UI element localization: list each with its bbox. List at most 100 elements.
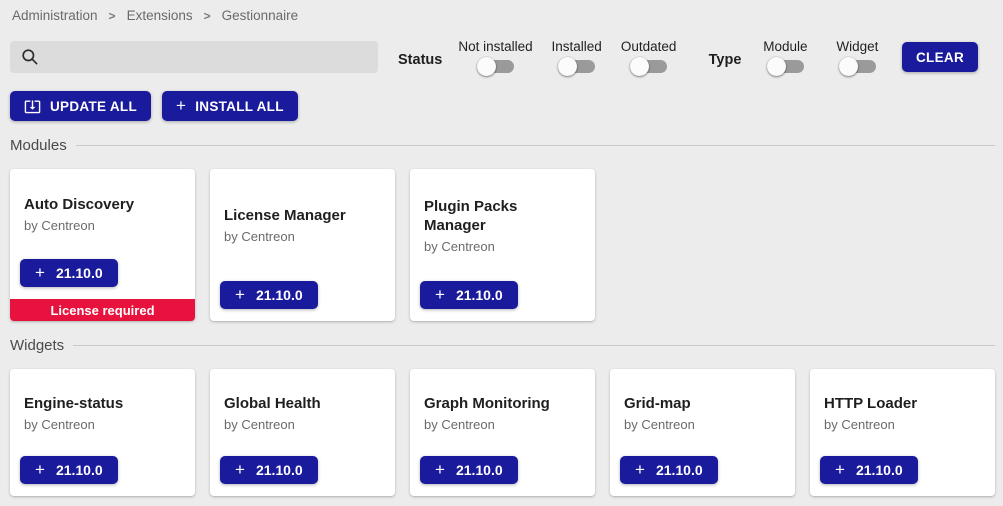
install-version-button[interactable]: + 21.10.0 — [20, 259, 118, 287]
extension-title: HTTP Loader — [824, 394, 981, 413]
breadcrumb: Administration > Extensions > Gestionnai… — [0, 0, 1003, 23]
modules-card-grid: Auto Discovery by Centreon + 21.10.0 Lic… — [10, 169, 1003, 321]
toggle-label: Widget — [836, 39, 878, 54]
install-version-button[interactable]: + 21.10.0 — [420, 281, 518, 309]
toggle-label: Module — [763, 39, 807, 54]
download-tray-icon — [24, 98, 41, 115]
search-box[interactable] — [10, 41, 378, 73]
install-version-button[interactable]: + 21.10.0 — [420, 456, 518, 484]
plus-icon: + — [635, 461, 645, 478]
extension-author: by Centreon — [824, 417, 981, 432]
outdated-toggle[interactable] — [630, 57, 667, 76]
install-all-label: INSTALL ALL — [195, 99, 284, 114]
card-actions: + 21.10.0 — [410, 281, 595, 321]
card-body: Engine-status by Centreon — [10, 369, 195, 456]
version-label: 21.10.0 — [256, 287, 303, 303]
card-body: Graph Monitoring by Centreon — [410, 369, 595, 456]
extension-title: Engine-status — [24, 394, 181, 413]
install-version-button[interactable]: + 21.10.0 — [220, 456, 318, 484]
filter-toggle-not-installed: Not installed — [458, 39, 532, 76]
card-actions: + 21.10.0 — [10, 259, 195, 299]
breadcrumb-item-administration[interactable]: Administration — [12, 8, 98, 23]
section-divider — [73, 345, 995, 346]
breadcrumb-item-gestionnaire: Gestionnaire — [222, 8, 299, 23]
extension-card-graph-monitoring: Graph Monitoring by Centreon + 21.10.0 — [410, 369, 595, 496]
extension-author: by Centreon — [224, 417, 381, 432]
toggle-thumb — [839, 57, 858, 76]
extension-card-plugin-packs-manager: Plugin Packs Manager by Centreon + 21.10… — [410, 169, 595, 321]
status-filter-label: Status — [398, 46, 442, 68]
filter-toggle-outdated: Outdated — [621, 39, 677, 76]
chevron-right-icon: > — [109, 9, 116, 23]
filter-toggle-widget: Widget — [829, 39, 885, 76]
card-actions: + 21.10.0 — [210, 281, 395, 321]
breadcrumb-item-extensions[interactable]: Extensions — [127, 8, 193, 23]
card-actions: + 21.10.0 — [810, 456, 995, 496]
extension-card-http-loader: HTTP Loader by Centreon + 21.10.0 — [810, 369, 995, 496]
extension-author: by Centreon — [624, 417, 781, 432]
search-input[interactable] — [50, 49, 368, 65]
card-body: Grid-map by Centreon — [610, 369, 795, 456]
version-label: 21.10.0 — [56, 265, 103, 281]
extension-author: by Centreon — [24, 417, 181, 432]
extension-title: Global Health — [224, 394, 381, 413]
plus-icon: + — [835, 461, 845, 478]
installed-toggle[interactable] — [558, 57, 595, 76]
card-body: License Manager by Centreon — [210, 169, 395, 281]
plus-icon: + — [35, 264, 45, 281]
plus-icon: + — [435, 286, 445, 303]
card-actions: + 21.10.0 — [210, 456, 395, 496]
version-label: 21.10.0 — [656, 462, 703, 478]
license-required-badge: License required — [10, 299, 195, 321]
action-row: UPDATE ALL + INSTALL ALL — [10, 91, 993, 121]
extension-card-license-manager: License Manager by Centreon + 21.10.0 — [210, 169, 395, 321]
update-all-label: UPDATE ALL — [50, 99, 137, 114]
card-actions: + 21.10.0 — [410, 456, 595, 496]
install-version-button[interactable]: + 21.10.0 — [220, 281, 318, 309]
install-all-button[interactable]: + INSTALL ALL — [162, 91, 298, 121]
card-body: Plugin Packs Manager by Centreon — [410, 169, 595, 281]
plus-icon: + — [176, 97, 186, 114]
card-actions: + 21.10.0 — [610, 456, 795, 496]
widgets-section-header: Widgets — [10, 337, 995, 354]
extension-title: Grid-map — [624, 394, 781, 413]
install-version-button[interactable]: + 21.10.0 — [620, 456, 718, 484]
filter-toggle-installed: Installed — [549, 39, 605, 76]
toggle-thumb — [767, 57, 786, 76]
search-icon — [20, 47, 40, 67]
plus-icon: + — [435, 461, 445, 478]
toggle-label: Outdated — [621, 39, 677, 54]
plus-icon: + — [35, 461, 45, 478]
version-label: 21.10.0 — [456, 287, 503, 303]
widget-toggle[interactable] — [839, 57, 876, 76]
extension-author: by Centreon — [424, 417, 581, 432]
module-toggle[interactable] — [767, 57, 804, 76]
modules-section-header: Modules — [10, 137, 995, 154]
plus-icon: + — [235, 286, 245, 303]
version-label: 21.10.0 — [256, 462, 303, 478]
filter-toggle-module: Module — [757, 39, 813, 76]
type-filter-label: Type — [709, 46, 742, 68]
card-body: HTTP Loader by Centreon — [810, 369, 995, 456]
card-actions: + 21.10.0 — [10, 456, 195, 496]
card-body: Global Health by Centreon — [210, 369, 395, 456]
version-label: 21.10.0 — [56, 462, 103, 478]
extension-title: Auto Discovery — [24, 195, 181, 214]
extension-author: by Centreon — [224, 229, 381, 244]
update-all-button[interactable]: UPDATE ALL — [10, 91, 151, 121]
install-version-button[interactable]: + 21.10.0 — [20, 456, 118, 484]
toggle-thumb — [477, 57, 496, 76]
extension-card-auto-discovery: Auto Discovery by Centreon + 21.10.0 Lic… — [10, 169, 195, 321]
not-installed-toggle[interactable] — [477, 57, 514, 76]
extension-title: Graph Monitoring — [424, 394, 581, 413]
extension-card-engine-status: Engine-status by Centreon + 21.10.0 — [10, 369, 195, 496]
extension-author: by Centreon — [424, 239, 581, 254]
clear-button[interactable]: CLEAR — [902, 42, 978, 72]
widgets-section-title: Widgets — [10, 337, 64, 354]
version-label: 21.10.0 — [856, 462, 903, 478]
extension-title: License Manager — [224, 206, 381, 225]
widgets-card-grid: Engine-status by Centreon + 21.10.0 Glob… — [10, 369, 1003, 496]
install-version-button[interactable]: + 21.10.0 — [820, 456, 918, 484]
toggle-label: Installed — [551, 39, 601, 54]
extension-card-global-health: Global Health by Centreon + 21.10.0 — [210, 369, 395, 496]
